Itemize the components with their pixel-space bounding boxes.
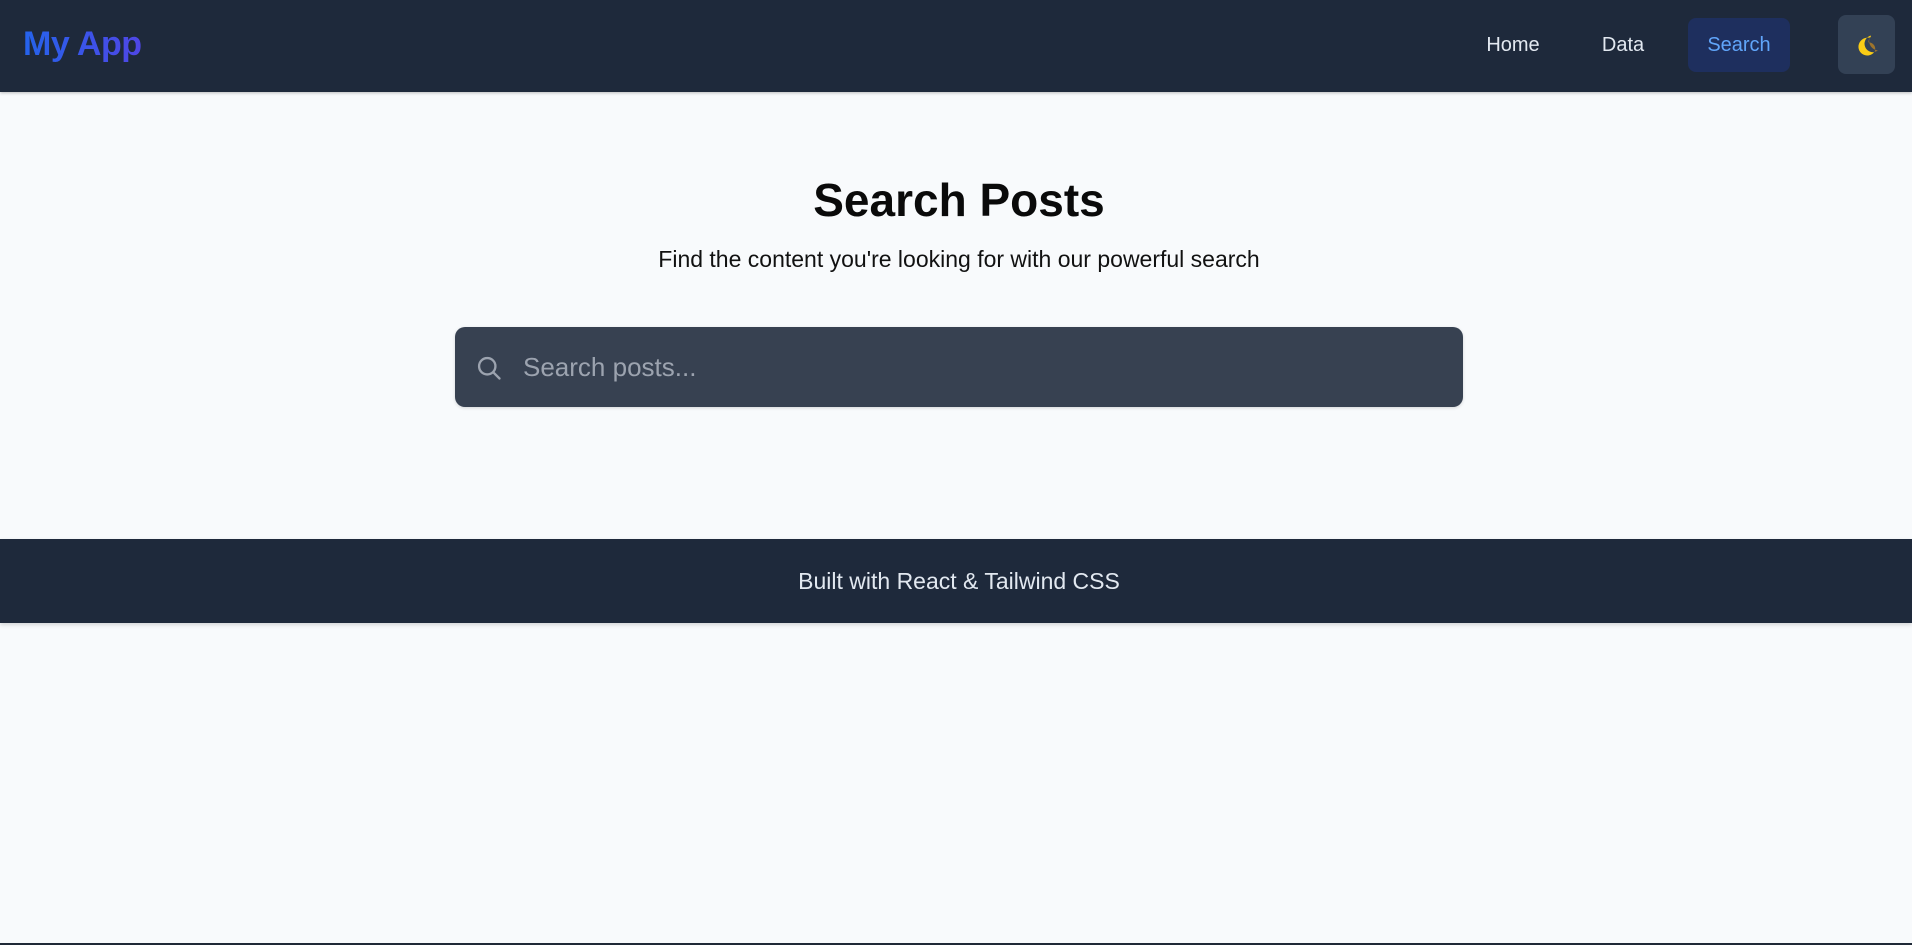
app-brand[interactable]: My App	[23, 22, 142, 66]
page-title: Search Posts	[813, 174, 1105, 226]
footer-text: Built with React & Tailwind CSS	[798, 568, 1120, 594]
moon-icon	[1857, 34, 1878, 56]
page: My App Home Data Search Search Posts Fin…	[0, 0, 1912, 945]
main-content: Search Posts Find the content you're loo…	[0, 92, 1912, 539]
navbar: My App Home Data Search	[0, 0, 1912, 92]
footer: Built with React & Tailwind CSS	[0, 539, 1912, 623]
theme-toggle-button[interactable]	[1838, 15, 1895, 74]
nav-link-data[interactable]: Data	[1584, 18, 1662, 72]
nav-link-search[interactable]: Search	[1688, 18, 1790, 72]
search-bar	[455, 327, 1463, 407]
search-icon	[477, 356, 501, 380]
page-subtitle: Find the content you're looking for with…	[658, 246, 1260, 272]
search-input[interactable]	[515, 327, 1445, 407]
nav-link-home[interactable]: Home	[1466, 18, 1560, 72]
